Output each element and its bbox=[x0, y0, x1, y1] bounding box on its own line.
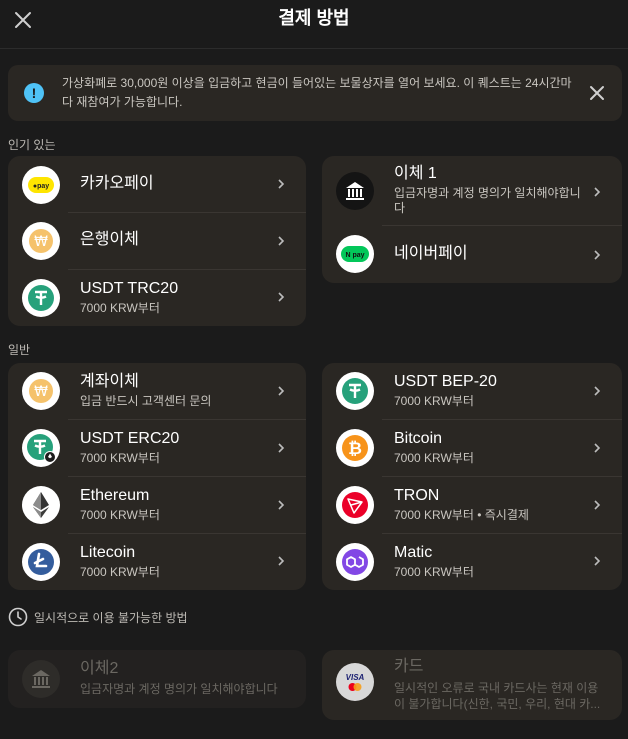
tron-icon bbox=[336, 486, 374, 524]
method-name: Ethereum bbox=[80, 487, 150, 504]
method-note: 입금자명과 계정 명의가 일치해야합니다 bbox=[394, 186, 581, 215]
method-naverpay[interactable]: N pay 네이버페이 bbox=[322, 226, 622, 283]
method-min-amount: 7000 KRW부터 bbox=[80, 451, 160, 465]
chevron-right-icon bbox=[278, 179, 285, 189]
method-name: 카카오페이 bbox=[80, 175, 154, 192]
method-min-amount: 7000 KRW부터 bbox=[80, 508, 160, 522]
svg-text:N pay: N pay bbox=[345, 252, 364, 259]
method-bank-transfer[interactable]: ₩ 은행이체 bbox=[8, 213, 306, 270]
matic-icon bbox=[336, 543, 374, 581]
method-matic[interactable]: Matic 7000 KRW부터 bbox=[322, 534, 622, 590]
header: 결제 방법 bbox=[0, 0, 628, 49]
method-bitcoin[interactable]: ₿ Bitcoin 7000 KRW부터 bbox=[322, 420, 622, 477]
clock-icon bbox=[8, 607, 28, 627]
chevron-right-icon bbox=[594, 500, 601, 510]
method-name: Litecoin bbox=[80, 544, 136, 561]
method-note: 일시적인 오류로 국내 카드사는 현재 이용이 불가합니다(신한, 국민, 우리… bbox=[394, 681, 601, 711]
method-name: 은행이체 bbox=[80, 231, 139, 248]
chevron-right-icon bbox=[278, 500, 285, 510]
method-name: 카드 bbox=[394, 658, 424, 675]
ethereum-icon bbox=[22, 486, 60, 524]
method-usdt-bep20[interactable]: USDT BEP-20 7000 KRW부터 bbox=[322, 363, 622, 420]
method-min-amount: 7000 KRW부터 bbox=[80, 301, 160, 315]
quest-notice-banner: 가상화폐로 30,000원 이상을 입금하고 현금이 들어있는 보물상자를 열어… bbox=[8, 65, 622, 121]
method-name: 계좌이체 bbox=[80, 373, 139, 390]
method-account-transfer[interactable]: ₩ 계좌이체 입금 반드시 고객센터 문의 bbox=[8, 363, 306, 420]
tether-erc20-icon bbox=[22, 429, 60, 467]
kakaopay-icon: ●pay bbox=[22, 166, 60, 204]
method-min-amount: 7000 KRW부터 bbox=[394, 565, 474, 579]
method-min-amount: 7000 KRW부터 bbox=[394, 394, 474, 408]
chevron-right-icon bbox=[278, 443, 285, 453]
chevron-right-icon bbox=[594, 386, 601, 396]
section-label-general: 일반 bbox=[8, 343, 31, 357]
method-usdt-trc20[interactable]: USDT TRC20 7000 KRW부터 bbox=[8, 270, 306, 326]
litecoin-icon bbox=[22, 543, 60, 581]
method-note: 입금 반드시 고객센터 문의 bbox=[80, 394, 212, 408]
chevron-right-icon bbox=[278, 556, 285, 566]
method-name: USDT TRC20 bbox=[80, 280, 179, 297]
method-name: 이체 1 bbox=[394, 165, 437, 182]
page-title: 결제 방법 bbox=[278, 8, 350, 28]
method-ethereum[interactable]: Ethereum 7000 KRW부터 bbox=[8, 477, 306, 534]
method-name: Bitcoin bbox=[394, 430, 443, 447]
method-litecoin[interactable]: Litecoin 7000 KRW부터 bbox=[8, 534, 306, 590]
method-transfer-2-disabled: 이체2 입금자명과 계정 명의가 일치해야합니다 bbox=[8, 650, 306, 708]
method-usdt-erc20[interactable]: USDT ERC20 7000 KRW부터 bbox=[8, 420, 306, 477]
method-kakaopay[interactable]: ●pay 카카오페이 bbox=[8, 156, 306, 213]
method-card-disabled: VISA 카드 일시적인 오류로 국내 카드사는 현재 이용이 불가합니다(신한… bbox=[322, 650, 622, 720]
bank-icon bbox=[336, 172, 374, 210]
method-transfer-1[interactable]: 이체 1 입금자명과 계정 명의가 일치해야합니다 bbox=[322, 156, 622, 226]
popular-left-card: ●pay 카카오페이 ₩ 은행이체 USDT TRC20 7000 KRW부터 bbox=[8, 156, 306, 326]
tether-icon bbox=[336, 372, 374, 410]
section-label-popular: 인기 있는 bbox=[8, 138, 56, 152]
method-min-amount: 7000 KRW부터 bbox=[80, 565, 160, 579]
chevron-right-icon bbox=[278, 236, 285, 246]
method-name: TRON bbox=[394, 487, 440, 504]
won-coin-icon: ₩ bbox=[22, 222, 60, 260]
won-coin-icon: ₩ bbox=[22, 372, 60, 410]
chevron-right-icon bbox=[278, 292, 285, 302]
chevron-right-icon bbox=[278, 386, 285, 396]
naverpay-icon: N pay bbox=[336, 235, 374, 273]
notice-text: 가상화폐로 30,000원 이상을 입금하고 현금이 들어있는 보물상자를 열어… bbox=[62, 76, 572, 109]
svg-text:₩: ₩ bbox=[34, 384, 48, 400]
svg-text:●pay: ●pay bbox=[33, 183, 49, 190]
method-name: USDT ERC20 bbox=[80, 430, 180, 447]
method-name: 네이버페이 bbox=[394, 245, 468, 262]
method-transfer-2-row: 이체2 입금자명과 계정 명의가 일치해야합니다 bbox=[8, 650, 306, 708]
chevron-right-icon bbox=[594, 443, 601, 453]
svg-text:₩: ₩ bbox=[34, 234, 48, 250]
method-name: USDT BEP-20 bbox=[394, 373, 497, 390]
method-min-amount: 7000 KRW부터 • 즉시결제 bbox=[394, 508, 529, 522]
bitcoin-icon: ₿ bbox=[336, 429, 374, 467]
section-label-unavailable: 일시적으로 이용 불가능한 방법 bbox=[34, 611, 188, 625]
chevron-right-icon bbox=[594, 187, 601, 197]
method-note: 입금자명과 계정 명의가 일치해야합니다 bbox=[80, 682, 278, 696]
method-tron[interactable]: TRON 7000 KRW부터 • 즉시결제 bbox=[322, 477, 622, 534]
popular-right-card: 이체 1 입금자명과 계정 명의가 일치해야합니다 N pay 네이버페이 bbox=[322, 156, 622, 283]
general-left-card: ₩ 계좌이체 입금 반드시 고객센터 문의 USDT ERC20 7000 KR… bbox=[8, 363, 306, 590]
info-icon bbox=[24, 83, 44, 103]
chevron-right-icon bbox=[594, 250, 601, 260]
method-min-amount: 7000 KRW부터 bbox=[394, 451, 474, 465]
chevron-right-icon bbox=[594, 556, 601, 566]
method-name: 이체2 bbox=[80, 660, 119, 677]
method-name: Matic bbox=[394, 544, 433, 561]
close-notice-icon[interactable] bbox=[588, 84, 606, 102]
general-right-card: USDT BEP-20 7000 KRW부터 ₿ Bitcoin 7000 KR… bbox=[322, 363, 622, 590]
method-card-row: 카드 일시적인 오류로 국내 카드사는 현재 이용이 불가합니다(신한, 국민,… bbox=[322, 650, 622, 720]
svg-text:₿: ₿ bbox=[348, 439, 362, 459]
tether-icon bbox=[22, 279, 60, 317]
